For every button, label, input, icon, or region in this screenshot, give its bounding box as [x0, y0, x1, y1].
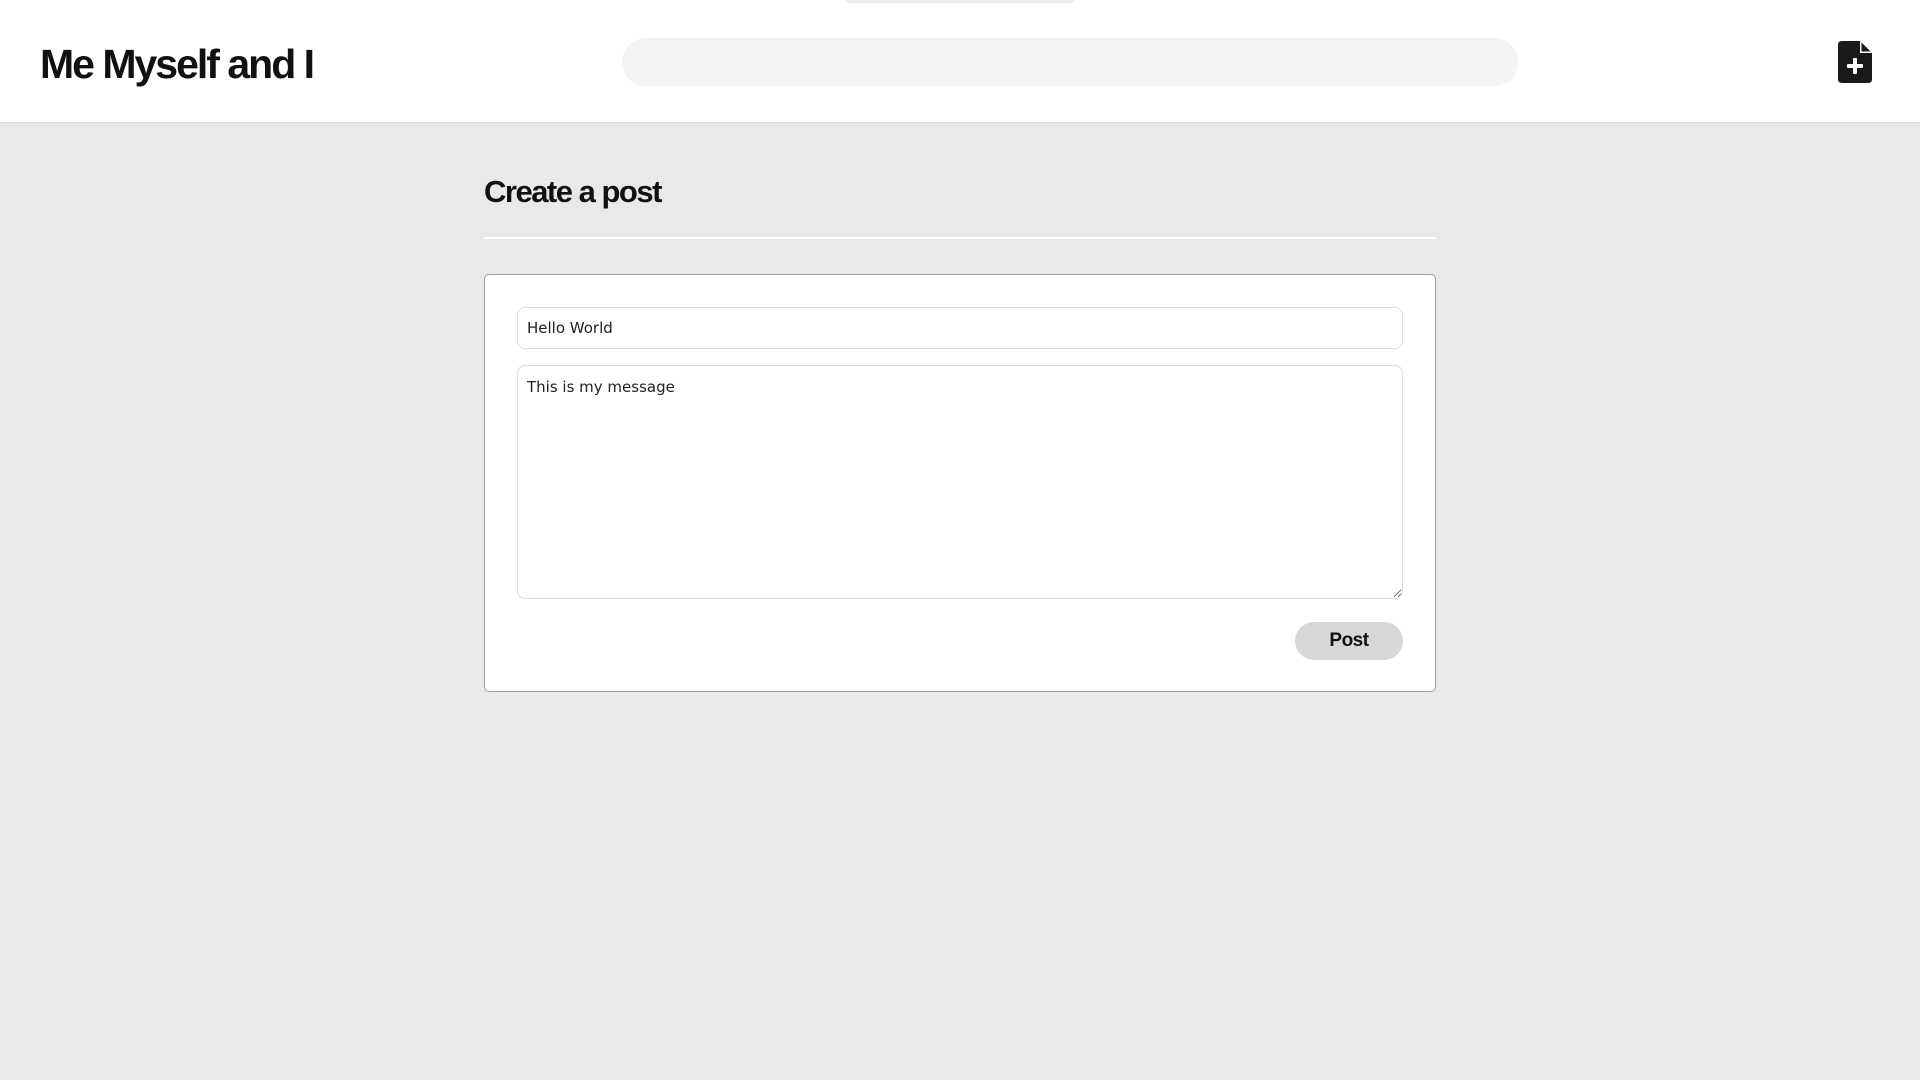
- top-bar: Me Myself and I: [0, 0, 1920, 123]
- site-title[interactable]: Me Myself and I: [40, 36, 315, 92]
- top-notch: [845, 0, 1075, 3]
- page-title: Create a post: [484, 174, 662, 209]
- post-title-input[interactable]: [517, 307, 1403, 349]
- post-message-textarea[interactable]: This is my message: [517, 365, 1403, 599]
- search-input[interactable]: [622, 38, 1518, 86]
- file-plus-icon[interactable]: [1838, 41, 1872, 83]
- post-button[interactable]: Post: [1295, 622, 1403, 660]
- create-post-form: This is my message Post: [484, 274, 1436, 692]
- title-divider: [484, 237, 1436, 239]
